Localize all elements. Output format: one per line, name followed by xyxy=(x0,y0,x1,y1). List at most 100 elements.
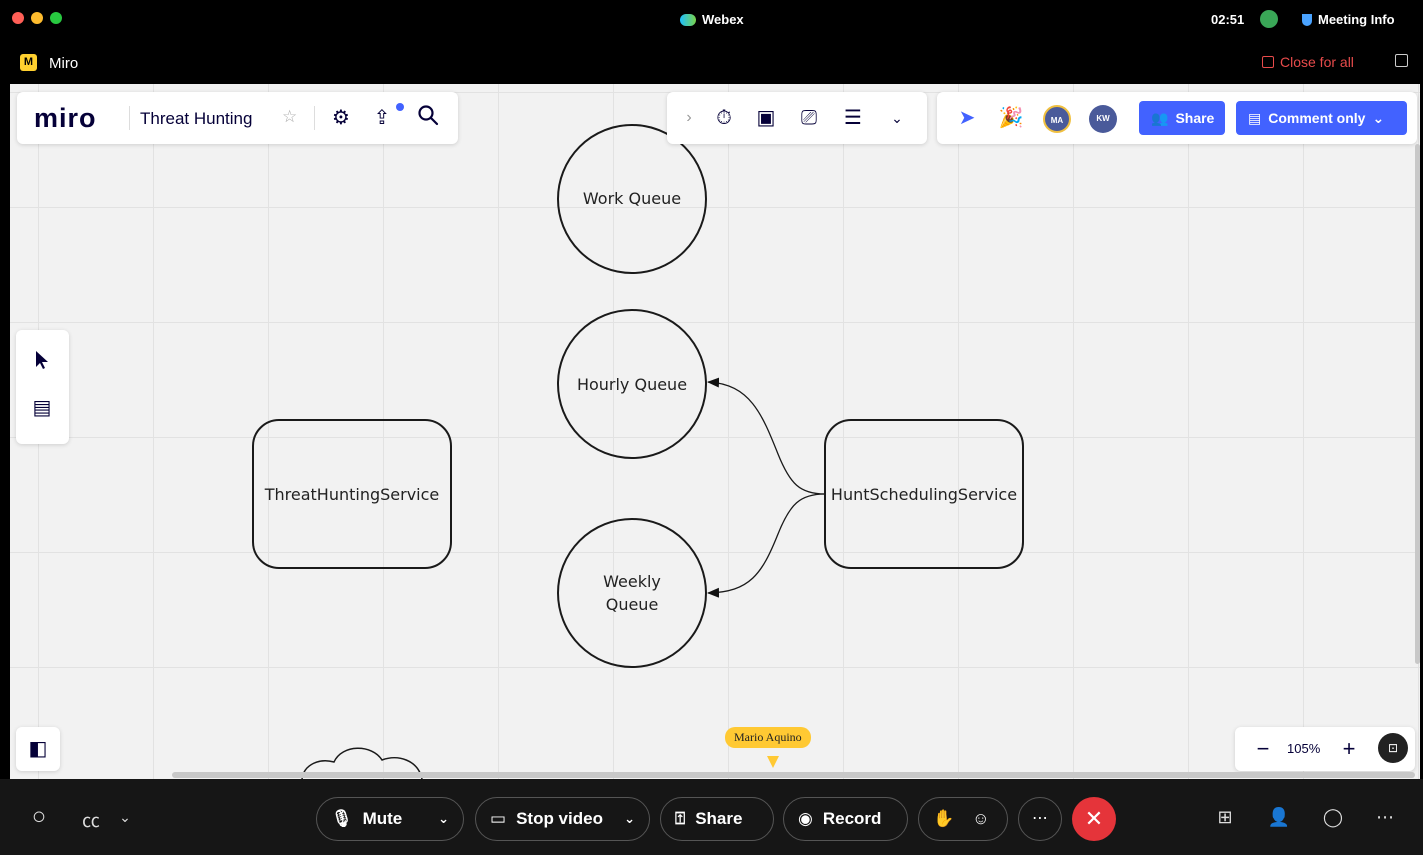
share-board-button[interactable]: 👥 Share xyxy=(1139,101,1225,135)
chevron-down-icon: ⌄ xyxy=(1372,109,1385,126)
collaboration-toolbar: ➤ 🎉 MA KW 👥 Share ▤ Comment only ⌄ xyxy=(937,92,1417,144)
raise-hand-icon[interactable]: ✋ xyxy=(933,809,954,829)
webex-assistant-icon[interactable]: ○ xyxy=(26,803,52,831)
miro-logo[interactable]: miro xyxy=(34,103,97,134)
comment-only-label: Comment only xyxy=(1268,110,1366,126)
comment-only-dropdown[interactable]: ▤ Comment only ⌄ xyxy=(1236,101,1407,135)
work-queue-label: Work Queue xyxy=(583,189,681,208)
avatar[interactable]: MA xyxy=(1043,105,1071,133)
apps-icon[interactable]: ⊞ xyxy=(1212,807,1238,828)
chevron-down-icon[interactable]: ⌄ xyxy=(112,809,138,826)
avatar[interactable]: KW xyxy=(1089,105,1117,133)
weekly-queue-label-line2: Queue xyxy=(606,595,659,614)
divider xyxy=(129,106,130,130)
microphone-icon: 🎙 xyxy=(331,809,353,828)
diagram-canvas: Work Queue Hourly Queue Weekly Queue Thr… xyxy=(252,124,1024,779)
miro-board-canvas[interactable]: Work Queue Hourly Queue Weekly Queue Thr… xyxy=(10,84,1420,779)
webex-control-bar: ○ ㏄ ⌄ 🎙 Mute ⌄ ▭ Stop video ⌄ ⍐ Share ◉ … xyxy=(0,779,1423,855)
miro-app-icon: M xyxy=(20,54,37,71)
more-options-button[interactable]: ⋯ xyxy=(1018,797,1062,841)
chevron-double-down-icon[interactable]: ⌄ xyxy=(883,104,911,132)
mute-button[interactable]: 🎙 Mute ⌄ xyxy=(316,797,464,841)
shared-app-name: Miro xyxy=(49,55,79,72)
participants-icon[interactable]: 👤 xyxy=(1266,807,1292,828)
webex-title: Webex xyxy=(680,12,744,27)
zoom-in-button[interactable]: + xyxy=(1335,735,1363,763)
close-window-button[interactable] xyxy=(12,12,24,24)
share-label: Share xyxy=(695,809,743,828)
horizontal-scrollbar[interactable] xyxy=(172,772,1415,778)
weekly-queue-label-line1: Weekly xyxy=(603,572,661,591)
notification-dot-icon xyxy=(396,103,404,111)
vertical-scrollbar[interactable] xyxy=(1415,144,1420,664)
share-button[interactable]: ⍐ Share xyxy=(660,797,774,841)
users-icon: 👥 xyxy=(1151,109,1169,126)
sticky-note-icon[interactable]: ▣ xyxy=(752,104,780,132)
minimize-window-button[interactable] xyxy=(31,12,43,24)
zoom-level[interactable]: 105% xyxy=(1287,741,1320,756)
popout-icon[interactable] xyxy=(1395,54,1408,67)
meeting-info-button[interactable]: Meeting Info xyxy=(1302,12,1395,27)
meeting-timer: 02:51 xyxy=(1211,12,1245,27)
close-icon xyxy=(1262,56,1274,68)
stop-video-button[interactable]: ▭ Stop video ⌄ xyxy=(475,797,650,841)
end-call-button[interactable]: ✕ xyxy=(1072,797,1116,841)
celebrate-icon[interactable]: 🎉 xyxy=(997,104,1025,132)
zoom-controls: − 105% + ⊡ xyxy=(1235,727,1415,771)
apps-toolbar: › ⏱ ▣ ⎚ ☰ ⌄ xyxy=(667,92,927,144)
export-upload-icon[interactable]: ⇪ xyxy=(368,104,396,132)
closed-captions-icon[interactable]: ㏄ xyxy=(78,807,104,833)
record-label: Record xyxy=(822,809,882,828)
collaborator-cursor-icon xyxy=(767,756,779,768)
close-for-all-button[interactable]: Close for all xyxy=(1262,54,1354,70)
fit-to-screen-button[interactable]: ⊡ xyxy=(1378,733,1408,763)
more-menu-icon[interactable]: ⋯ xyxy=(1372,807,1398,828)
zoom-window-button[interactable] xyxy=(50,12,62,24)
weekly-queue-node[interactable] xyxy=(557,518,707,668)
connector-to-hourly-queue[interactable] xyxy=(707,377,826,495)
webex-title-text: Webex xyxy=(702,12,744,27)
webex-logo-icon xyxy=(680,13,696,26)
reactions-cursor-icon[interactable]: ➤ xyxy=(953,104,981,132)
divider xyxy=(314,106,315,130)
connection-signal-icon[interactable] xyxy=(1260,10,1278,28)
search-icon[interactable] xyxy=(414,104,442,132)
share-board-label: Share xyxy=(1175,110,1215,126)
star-icon[interactable]: ☆ xyxy=(282,107,297,127)
stop-video-label: Stop video xyxy=(516,809,603,828)
select-cursor-icon[interactable] xyxy=(28,350,56,378)
collaborator-cursor-label: Mario Aquino xyxy=(725,727,811,748)
reactions-emoji-icon[interactable]: ☺ xyxy=(972,809,989,829)
notes-icon[interactable]: ☰ xyxy=(839,104,867,132)
chevron-down-icon: ⌄ xyxy=(624,811,635,826)
chevron-right-icon[interactable]: › xyxy=(675,104,703,132)
meeting-info-label: Meeting Info xyxy=(1318,12,1395,27)
zoom-out-button[interactable]: − xyxy=(1249,735,1277,763)
raise-hand-reactions-group: ✋ ☺ xyxy=(918,797,1008,841)
comment-icon: ▤ xyxy=(1248,109,1262,126)
connector-to-weekly-queue[interactable] xyxy=(707,493,826,598)
presentation-icon[interactable]: ⎚ xyxy=(795,104,823,132)
webex-title-bar: Webex 02:51 Meeting Info xyxy=(0,0,1423,40)
shield-icon xyxy=(1302,13,1312,26)
share-screen-icon: ⍐ xyxy=(675,809,686,828)
record-icon: ◉ xyxy=(798,809,813,828)
chevron-down-icon: ⌄ xyxy=(438,811,449,826)
sidebar-toggle-button[interactable]: ◧ xyxy=(16,727,60,771)
board-header: miro Threat Hunting ☆ ⚙ ⇪ xyxy=(17,92,458,144)
left-toolbar: ▤ xyxy=(16,330,69,444)
comment-tool-icon[interactable]: ▤ xyxy=(28,394,56,422)
chat-icon[interactable]: ◯ xyxy=(1320,807,1346,828)
mute-label: Mute xyxy=(362,809,403,828)
shared-app-bar: M Miro Close for all xyxy=(0,40,1423,84)
sidebar-panel-icon: ◧ xyxy=(28,738,48,760)
threat-hunting-service-label: ThreatHuntingService xyxy=(264,485,440,504)
timer-icon[interactable]: ⏱ xyxy=(710,104,738,132)
video-camera-icon: ▭ xyxy=(490,809,507,828)
hourly-queue-label: Hourly Queue xyxy=(577,375,687,394)
record-button[interactable]: ◉ Record xyxy=(783,797,908,841)
hunt-scheduling-service-label: HuntSchedulingService xyxy=(831,485,1017,504)
board-title[interactable]: Threat Hunting xyxy=(140,109,252,129)
settings-gear-icon[interactable]: ⚙ xyxy=(327,104,355,132)
close-for-all-label: Close for all xyxy=(1280,54,1354,70)
